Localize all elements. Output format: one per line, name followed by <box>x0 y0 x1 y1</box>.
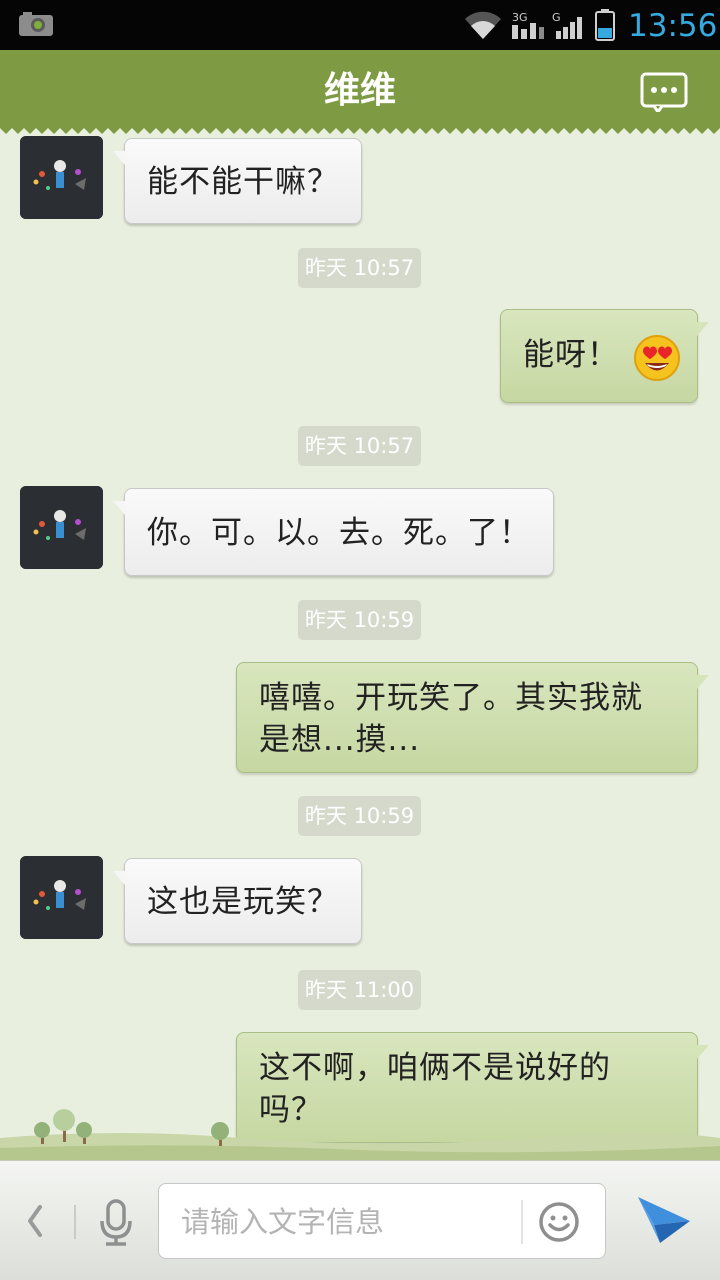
title-bar: 维维 <box>0 50 720 134</box>
chevron-left-icon <box>28 1205 42 1237</box>
camera-notification-icon <box>19 12 53 36</box>
avatar-image <box>20 136 103 219</box>
cell-signal-icon: G <box>552 11 582 39</box>
voice-input-button[interactable] <box>96 1199 136 1251</box>
collapse-button[interactable] <box>22 1201 48 1245</box>
toolbar-divider <box>74 1205 76 1239</box>
message-text: 这也是玩笑？ <box>147 884 339 920</box>
wifi-icon <box>465 11 501 39</box>
more-dots-icon <box>640 72 688 115</box>
message-input-bar <box>0 1160 720 1280</box>
battery-icon <box>595 9 615 41</box>
emoji-button[interactable] <box>537 1200 581 1248</box>
3g-signal-icon: 3G <box>512 11 544 39</box>
message-text: 能不能干嘛？ <box>147 164 339 200</box>
message-text-line: 是想...摸... <box>259 722 421 758</box>
smiley-icon <box>539 1202 579 1242</box>
input-separator <box>521 1200 523 1244</box>
message-timestamp: 昨天 11:00 <box>298 970 421 1010</box>
send-button[interactable] <box>636 1193 692 1249</box>
message-text-line: 嘻嘻。开玩笑了。其实我就 <box>259 680 643 716</box>
more-options-button[interactable] <box>640 72 690 115</box>
contact-avatar[interactable] <box>20 856 103 939</box>
message-bubble-received[interactable]: 你。可。以。去。死。了！ <box>113 488 554 576</box>
message-timestamp: 昨天 10:59 <box>298 600 421 640</box>
status-clock: 13:56 <box>628 8 718 44</box>
message-timestamp: 昨天 10:57 <box>298 248 421 288</box>
message-text: 你。可。以。去。死。了！ <box>147 515 531 551</box>
contact-avatar[interactable] <box>20 136 103 219</box>
background-hills-decoration <box>0 1109 720 1164</box>
message-text-line: 这不啊，咱俩不是说好的 <box>259 1050 611 1086</box>
message-input[interactable] <box>181 1198 511 1246</box>
avatar-image <box>20 856 103 939</box>
svg-text:3G: 3G <box>512 11 528 24</box>
message-bubble-received[interactable]: 能不能干嘛？ <box>113 138 362 224</box>
message-timestamp: 昨天 10:59 <box>298 796 421 836</box>
microphone-icon <box>100 1199 132 1246</box>
send-icon <box>638 1197 690 1243</box>
message-text: 能呀！ <box>523 337 619 373</box>
avatar-image <box>20 486 103 569</box>
contact-avatar[interactable] <box>20 486 103 569</box>
message-bubble-sent[interactable]: 能呀！ <box>500 309 709 403</box>
status-bar: 3G G 13:56 <box>0 0 720 50</box>
message-timestamp: 昨天 10:57 <box>298 426 421 466</box>
heart-eyes-emoji-icon <box>634 335 680 381</box>
message-bubble-sent[interactable]: 嘻嘻。开玩笑了。其实我就 是想...摸... <box>236 662 709 773</box>
contact-title: 维维 <box>323 70 396 111</box>
chat-message-list[interactable]: 能不能干嘛？ 昨天 10:57 能呀！ 昨天 10:57 你。可。以。去。死。了… <box>0 136 720 1160</box>
message-text-field[interactable] <box>158 1183 606 1259</box>
message-bubble-received[interactable]: 这也是玩笑？ <box>113 858 362 944</box>
svg-text:G: G <box>552 11 561 24</box>
header-zigzag-edge <box>0 126 720 134</box>
